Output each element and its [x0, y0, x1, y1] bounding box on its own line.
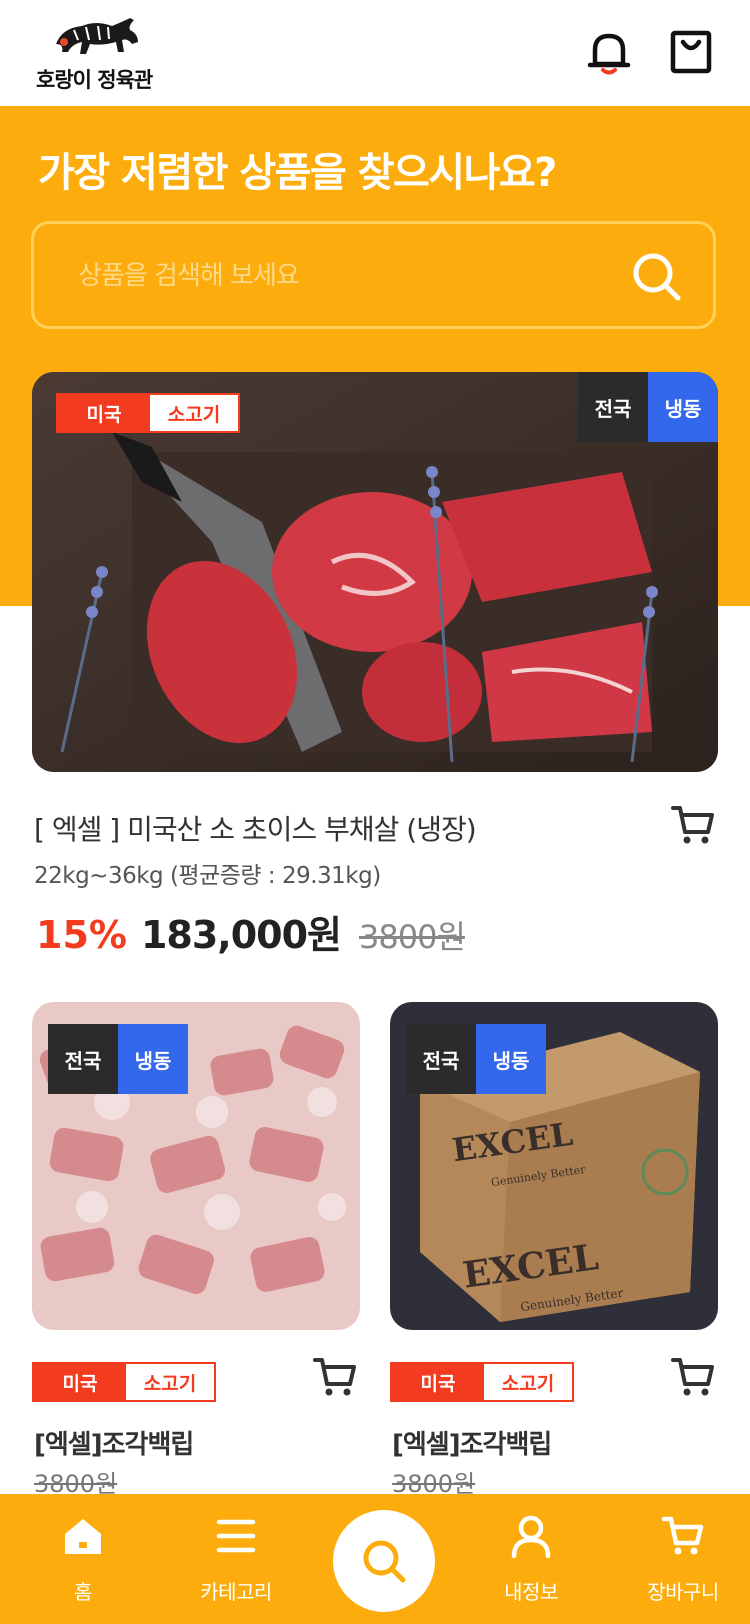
shipping-tag: 전국 냉동 [48, 1024, 188, 1094]
nav-search-button[interactable] [333, 1510, 435, 1612]
search-bar[interactable] [31, 221, 716, 329]
logo-text: 호랑이 정육관 [36, 67, 153, 92]
app-header: 호랑이 정육관 [0, 0, 750, 106]
nav-category-label: 카테고리 [200, 1580, 272, 1604]
add-to-cart-icon[interactable] [312, 1354, 358, 1400]
bell-icon[interactable] [585, 28, 633, 76]
sale-price: 183,000원 [140, 913, 342, 957]
tiger-logo-icon [56, 18, 138, 54]
user-icon [511, 1515, 551, 1558]
origin-tag: 미국 소고기 [390, 1362, 574, 1402]
nav-cart-label: 장바구니 [647, 1580, 719, 1604]
shipping-tag: 전국 냉동 [406, 1024, 546, 1094]
storage-label: 냉동 [648, 372, 718, 442]
original-price: 3800원 [359, 918, 466, 956]
cart-icon [661, 1516, 704, 1555]
origin-tag: 미국 소고기 [32, 1362, 216, 1402]
search-input[interactable] [78, 254, 598, 298]
delivery-area-label: 전국 [48, 1024, 118, 1094]
country-label: 미국 [392, 1364, 484, 1400]
brand-logo[interactable]: 호랑이 정육관 [34, 14, 164, 94]
country-label: 미국 [34, 1364, 126, 1400]
search-icon[interactable] [626, 246, 688, 308]
hero-title: 가장 저렴한 상품을 찾으시나요? [38, 150, 557, 196]
meat-type-label: 소고기 [501, 1372, 555, 1395]
country-label: 미국 [58, 395, 150, 431]
storage-label: 냉동 [476, 1024, 546, 1094]
add-to-cart-icon[interactable] [670, 1354, 716, 1400]
product-title[interactable]: [엑셀]조각백립 [392, 1424, 552, 1461]
menu-icon [216, 1519, 256, 1553]
nav-cart[interactable]: 장바구니 [618, 1494, 748, 1624]
product-title[interactable]: [엑셀]조각백립 [34, 1424, 194, 1461]
price-row: 15% 183,000원 3800원 [36, 904, 466, 959]
nav-home-label: 홈 [74, 1580, 92, 1604]
bottom-nav: 홈 카테고리 내정보 장바구니 [0, 1494, 750, 1624]
storage-label: 냉동 [118, 1024, 188, 1094]
product-weight: 22kg~36kg (평균증량 : 29.31kg) [34, 863, 381, 889]
shipping-tag: 전국 냉동 [578, 372, 718, 442]
shopping-bag-icon[interactable] [668, 28, 714, 76]
search-icon [363, 1540, 406, 1583]
meat-type-label: 소고기 [143, 1372, 197, 1395]
origin-tag: 미국 소고기 [56, 393, 240, 433]
discount-rate: 15% [36, 913, 127, 957]
nav-my-info[interactable]: 내정보 [466, 1494, 596, 1624]
home-icon [65, 1519, 101, 1554]
nav-home[interactable]: 홈 [18, 1494, 148, 1624]
delivery-area-label: 전국 [406, 1024, 476, 1094]
delivery-area-label: 전국 [578, 372, 648, 442]
add-to-cart-icon[interactable] [670, 802, 716, 848]
nav-my-info-label: 내정보 [504, 1580, 558, 1604]
nav-category[interactable]: 카테고리 [171, 1494, 301, 1624]
meat-type-label: 소고기 [167, 403, 221, 426]
product-title[interactable]: [ 엑셀 ] 미국산 소 초이스 부채살 (냉장) [34, 808, 477, 848]
